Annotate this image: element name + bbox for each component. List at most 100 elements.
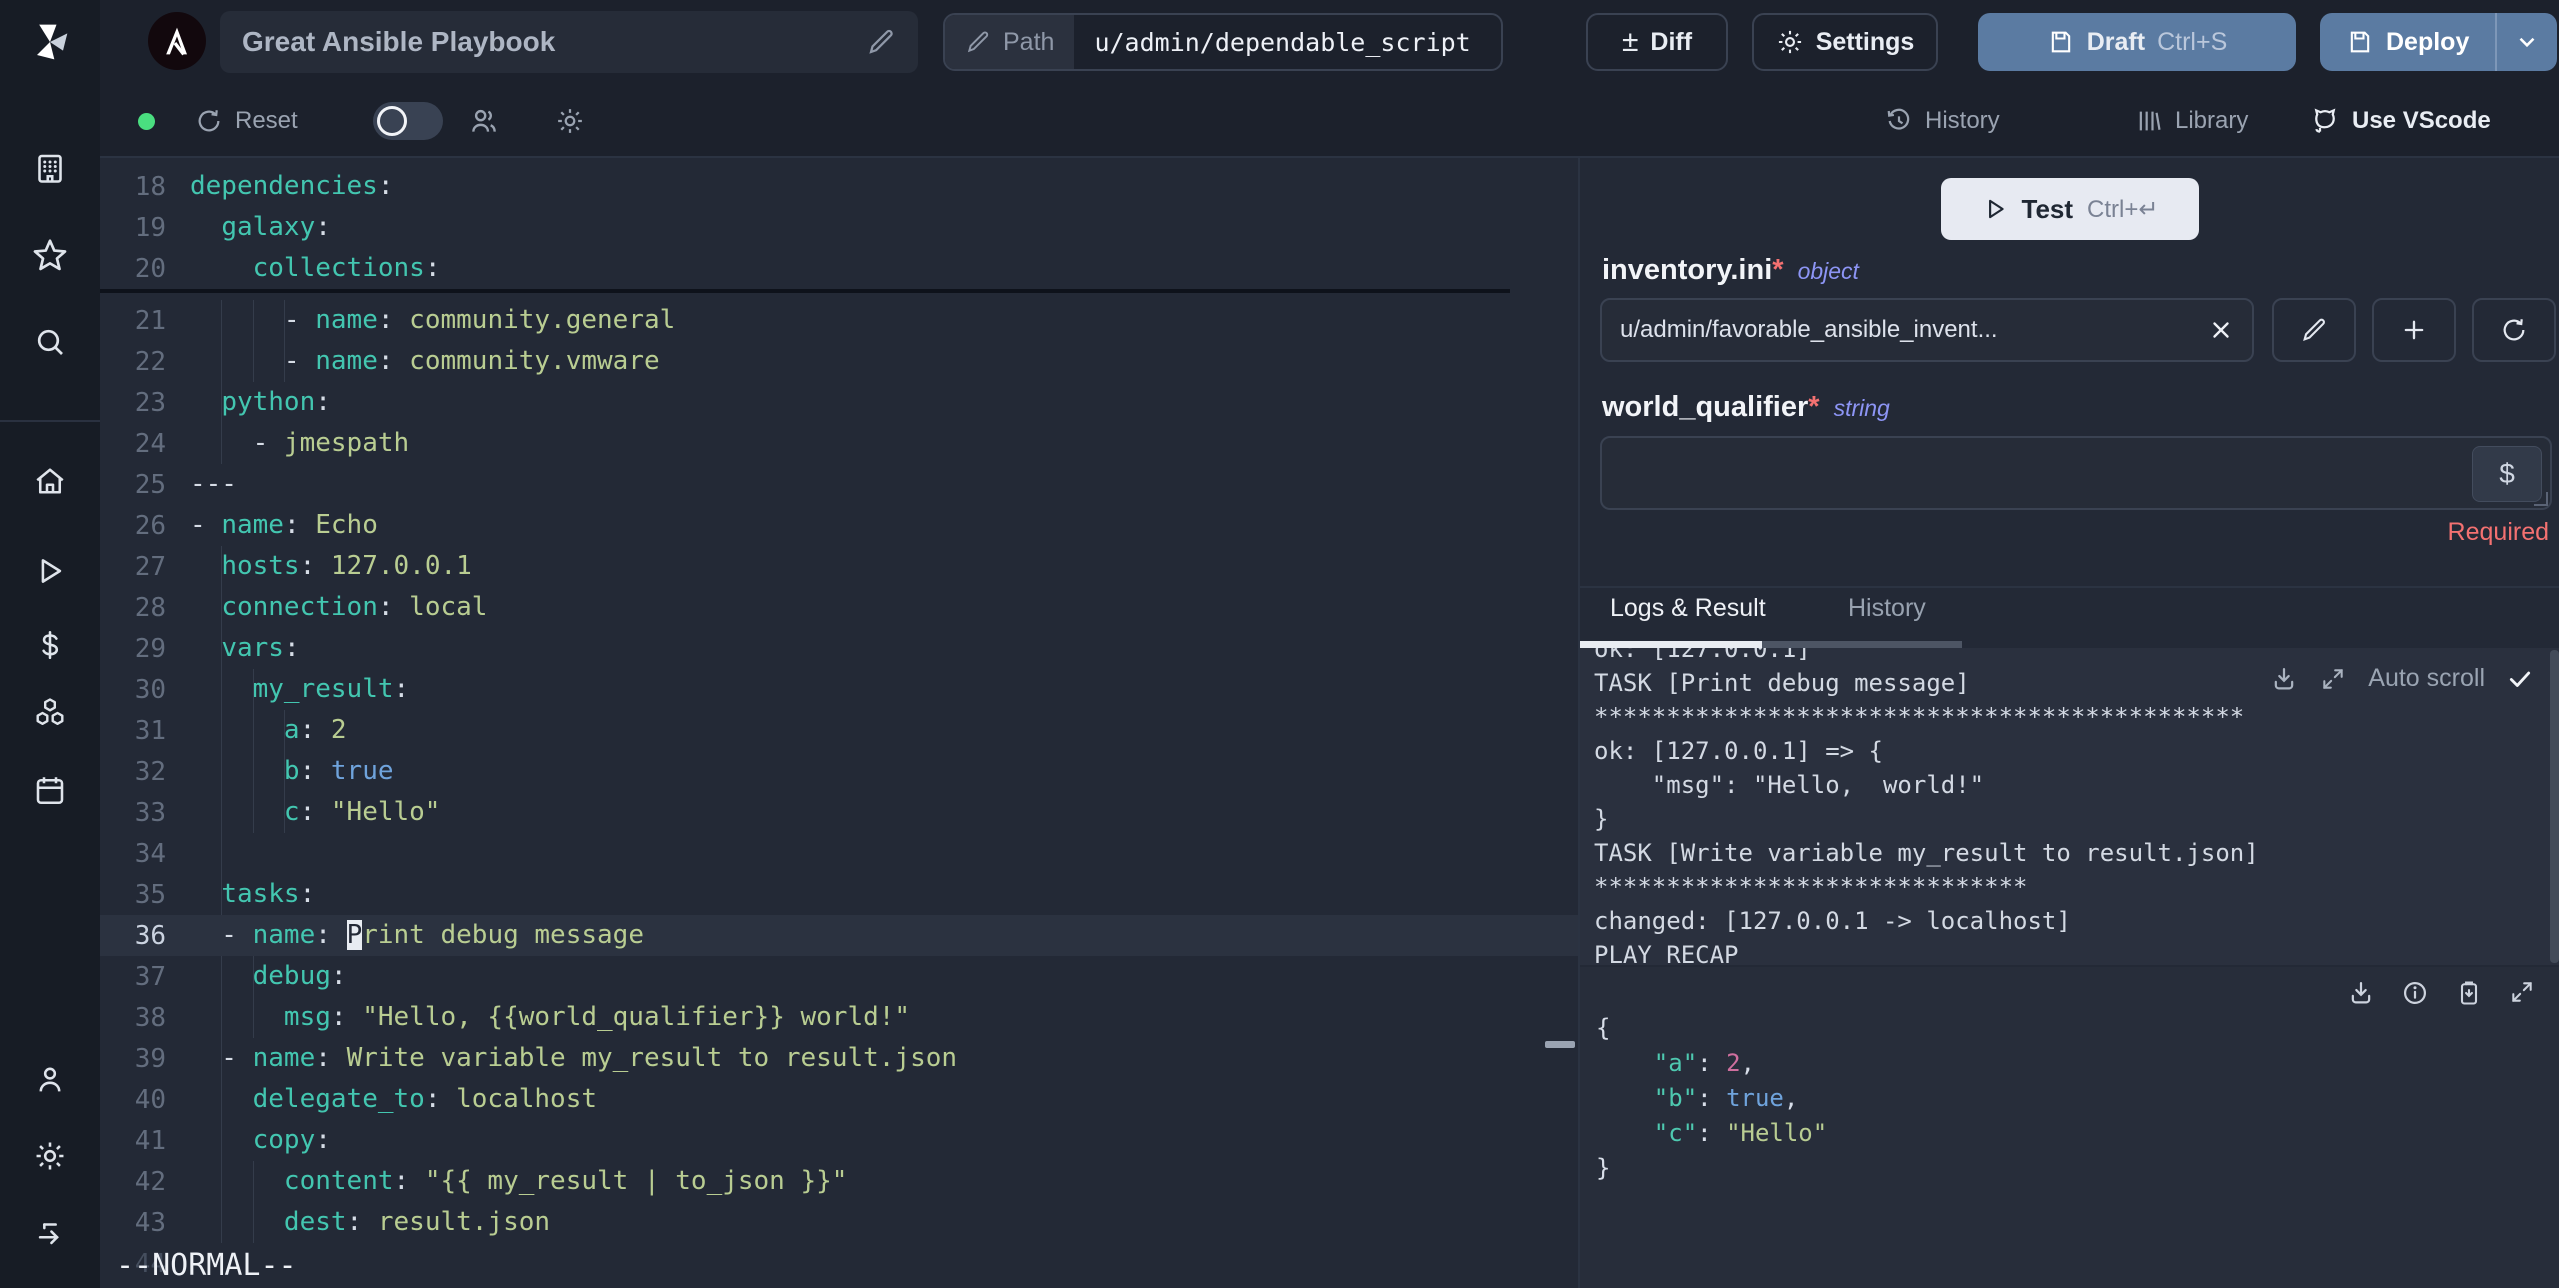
code-line-40[interactable]: 40 delegate_to: localhost: [100, 1079, 1578, 1120]
path-field[interactable]: Path u/admin/dependable_script: [943, 13, 1503, 71]
test-button[interactable]: Test Ctrl+↵: [1941, 178, 2199, 240]
path-value: u/admin/dependable_script: [1094, 27, 1471, 57]
world-qualifier-type-tag: string: [1833, 395, 1890, 421]
deploy-dropdown-button[interactable]: [2495, 13, 2557, 71]
download-result-icon[interactable]: [2347, 979, 2375, 1007]
code-line-39[interactable]: 39 - name: Write variable my_result to r…: [100, 1038, 1578, 1079]
line-number: 35: [134, 879, 166, 910]
line-number: 34: [134, 838, 166, 869]
line-content: - name: Write variable my_result to resu…: [190, 1043, 958, 1073]
world-qualifier-textarea[interactable]: $: [1600, 436, 2552, 510]
result-line: "a": 2,: [1653, 1049, 1755, 1077]
log-output[interactable]: ok: [127.0.0.1] TASK [Print debug message…: [1580, 648, 2559, 965]
sidebar-item-workspace-building-icon[interactable]: [0, 140, 100, 196]
copy-clipboard-icon[interactable]: [2455, 979, 2483, 1007]
mode-toggle[interactable]: [373, 102, 443, 140]
collaborators-button[interactable]: [468, 86, 500, 156]
sidebar-item-variables-dollar-icon[interactable]: [0, 617, 100, 673]
add-resource-button[interactable]: [2372, 298, 2456, 362]
code-line-44[interactable]: 44: [100, 1243, 1578, 1284]
code-line-23[interactable]: 23 python:: [100, 382, 1578, 423]
sticky-line-20[interactable]: 20 collections:: [100, 248, 1578, 289]
use-vscode-button[interactable]: Use VScode: [2310, 86, 2491, 156]
line-number: 29: [134, 633, 166, 664]
library-button[interactable]: Library: [2135, 86, 2248, 156]
sidebar-item-settings-gear-icon[interactable]: [0, 1128, 100, 1184]
tab-logs-result[interactable]: Logs & Result: [1610, 594, 1766, 623]
line-content: delegate_to: localhost: [252, 1084, 598, 1114]
code-editor[interactable]: 18 dependencies: 19 galaxy: 20 collections:…: [100, 158, 1578, 1288]
sidebar-item-resources-cubes-icon[interactable]: [0, 685, 100, 741]
panel-divider: [1580, 586, 2559, 588]
sidebar-item-favorites-star-icon[interactable]: [0, 227, 100, 283]
result-line: "b": true,: [1653, 1084, 1799, 1112]
line-content: c: "Hello": [283, 797, 441, 827]
code-line-32[interactable]: 32 b: true: [100, 751, 1578, 792]
insert-variable-button[interactable]: $: [2472, 446, 2542, 502]
code-line-43[interactable]: 43 dest: result.json: [100, 1202, 1578, 1243]
reset-button[interactable]: Reset: [195, 86, 298, 156]
vim-mode-status: --NORMAL--: [116, 1248, 297, 1283]
sidebar-item-schedules-calendar-icon[interactable]: [0, 762, 100, 818]
log-scrollbar[interactable]: [2550, 650, 2559, 963]
code-line-37[interactable]: 37 debug:: [100, 956, 1578, 997]
code-line-41[interactable]: 41 copy:: [100, 1120, 1578, 1161]
code-line-38[interactable]: 38 msg: "Hello, {{world_qualifier}} worl…: [100, 997, 1578, 1038]
history-button[interactable]: History: [1885, 86, 2000, 156]
code-line-33[interactable]: 33 c: "Hello": [100, 792, 1578, 833]
auto-scroll-check-icon[interactable]: [2507, 666, 2533, 692]
inventory-value: u/admin/favorable_ansible_invent...: [1620, 316, 1998, 343]
code-line-30[interactable]: 30 my_result:: [100, 669, 1578, 710]
edit-title-pencil-icon[interactable]: [866, 27, 896, 57]
code-line-35[interactable]: 35 tasks:: [100, 874, 1578, 915]
code-line-22[interactable]: 22 - name: community.vmware: [100, 341, 1578, 382]
line-content: - name: community.general: [190, 305, 676, 335]
settings-button[interactable]: Settings: [1752, 13, 1938, 71]
diff-label: Diff: [1650, 27, 1693, 56]
diff-button[interactable]: ± Diff: [1586, 13, 1728, 71]
line-number: 22: [134, 346, 166, 377]
code-line-34[interactable]: 34: [100, 833, 1578, 874]
code-line-42[interactable]: 42 content: "{{ my_result | to_json }}": [100, 1161, 1578, 1202]
code-line-21[interactable]: 21 - name: community.general: [100, 300, 1578, 341]
code-line-28[interactable]: 28 connection: local: [100, 587, 1578, 628]
sticky-line-19[interactable]: 19 galaxy:: [100, 207, 1578, 248]
code-line-26[interactable]: 26 - name: Echo: [100, 505, 1578, 546]
sidebar: [0, 0, 100, 1288]
draft-button[interactable]: Draft Ctrl+S: [1978, 13, 2296, 71]
line-number: 20: [134, 253, 166, 284]
deploy-button[interactable]: Deploy: [2320, 13, 2495, 71]
sidebar-item-home-icon[interactable]: [0, 453, 100, 509]
script-title: Great Ansible Playbook: [242, 26, 556, 57]
sidebar-expand-icon[interactable]: [0, 1205, 100, 1261]
info-icon[interactable]: [2401, 979, 2429, 1007]
line-number: 36: [134, 920, 166, 951]
code-line-25[interactable]: 25 ---: [100, 464, 1578, 505]
code-line-31[interactable]: 31 a: 2: [100, 710, 1578, 751]
edit-resource-button[interactable]: [2272, 298, 2356, 362]
windmill-logo[interactable]: [0, 14, 100, 70]
expand-result-icon[interactable]: [2509, 979, 2535, 1007]
split-drag-handle[interactable]: [1545, 1041, 1575, 1048]
inventory-resource-input[interactable]: u/admin/favorable_ansible_invent...: [1600, 298, 2254, 362]
sticky-line-18[interactable]: 18 dependencies:: [100, 166, 1578, 207]
expand-logs-icon[interactable]: [2320, 666, 2346, 692]
sidebar-item-account-person-icon[interactable]: [0, 1052, 100, 1108]
code-line-36[interactable]: 36 - name: Print debug message: [100, 915, 1578, 956]
line-content: my_result:: [252, 674, 410, 704]
script-title-input[interactable]: Great Ansible Playbook: [220, 11, 918, 73]
code-line-24[interactable]: 24 - jmespath: [100, 423, 1578, 464]
sidebar-item-runs-play-icon[interactable]: [0, 543, 100, 599]
sidebar-item-search-icon[interactable]: [0, 314, 100, 370]
download-logs-icon[interactable]: [2270, 665, 2298, 693]
refresh-resource-button[interactable]: [2472, 298, 2556, 362]
inventory-label: inventory.ini: [1602, 254, 1773, 286]
code-line-29[interactable]: 29 vars:: [100, 628, 1578, 669]
world-qualifier-label: world_qualifier: [1602, 391, 1809, 423]
resize-handle[interactable]: [2534, 492, 2548, 506]
line-content: ---: [190, 469, 237, 499]
clear-x-icon[interactable]: [2208, 317, 2234, 343]
code-line-27[interactable]: 27 hosts: 127.0.0.1: [100, 546, 1578, 587]
editor-settings-button[interactable]: [555, 86, 585, 156]
tab-history[interactable]: History: [1848, 594, 1926, 623]
